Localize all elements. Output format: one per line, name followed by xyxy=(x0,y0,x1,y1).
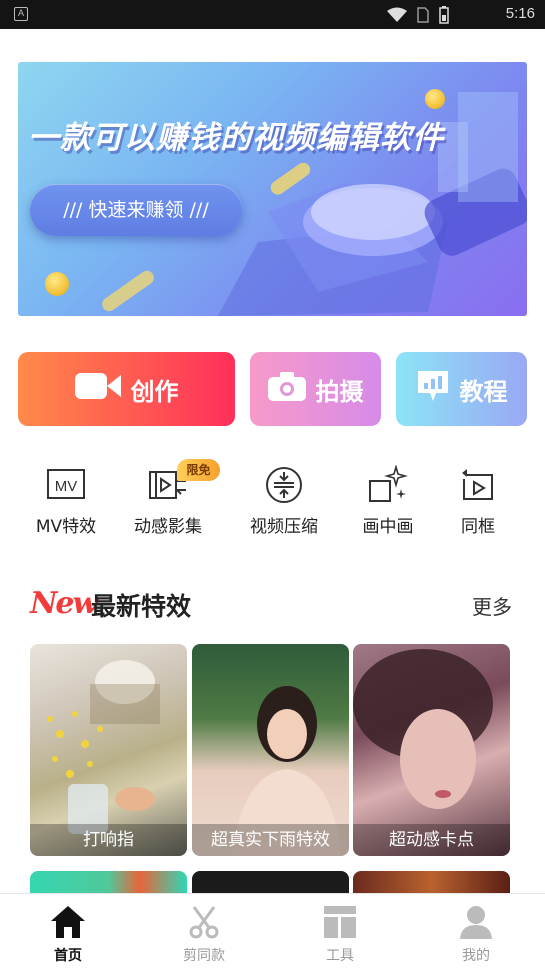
wifi-icon xyxy=(387,7,407,27)
create-button[interactable]: 创作 xyxy=(18,352,235,426)
profile-icon xyxy=(426,902,526,942)
tool-label: 画中画 xyxy=(362,517,414,537)
tool-mv-effects[interactable]: MV MV特效 xyxy=(16,462,116,537)
effect-card[interactable]: 超真实下雨特效 xyxy=(192,644,349,856)
battery-icon xyxy=(439,6,449,28)
section-title: 最新特效 xyxy=(91,592,192,621)
tool-video-compress[interactable]: 视频压缩 xyxy=(234,462,334,537)
tool-label: MV特效 xyxy=(35,517,97,537)
tool-same-frame[interactable]: 同框 xyxy=(428,462,528,537)
card-label: 打响指 xyxy=(30,824,187,856)
banner-cta-button[interactable]: /// 快速来赚领 /// xyxy=(30,184,242,236)
coin-icon xyxy=(425,89,445,109)
shoot-label: 拍摄 xyxy=(315,377,364,406)
tool-label: 同框 xyxy=(461,517,495,537)
tool-picture-in-picture[interactable]: 画中画 xyxy=(338,462,438,537)
card-label: 超动感卡点 xyxy=(353,824,510,856)
nav-profile[interactable]: 我的 xyxy=(426,902,526,965)
limited-free-badge: 限免 xyxy=(177,459,220,481)
sim-icon xyxy=(417,7,429,27)
promo-banner[interactable]: 一款可以赚钱的视频编辑软件 /// 快速来赚领 /// xyxy=(18,62,527,316)
nav-label: 剪同款 xyxy=(183,948,225,964)
coin-icon xyxy=(45,272,69,296)
tool-label: 视频压缩 xyxy=(250,517,318,537)
create-label: 创作 xyxy=(130,377,179,406)
home-icon xyxy=(18,902,118,942)
tutorial-label: 教程 xyxy=(459,377,508,406)
card-label: 超真实下雨特效 xyxy=(192,824,349,856)
same-frame-icon xyxy=(428,462,528,508)
nav-home[interactable]: 首页 xyxy=(18,902,118,965)
tutorial-icon xyxy=(416,369,450,409)
new-logo: New xyxy=(30,586,98,621)
compress-icon xyxy=(234,462,334,508)
camera-icon xyxy=(267,371,306,407)
tools-icon xyxy=(290,902,390,942)
status-bar: A 5:16 xyxy=(0,0,545,29)
nav-label: 我的 xyxy=(462,948,490,964)
nav-label: 首页 xyxy=(54,948,82,964)
shoot-button[interactable]: 拍摄 xyxy=(250,352,381,426)
tutorial-button[interactable]: 教程 xyxy=(396,352,527,426)
mv-icon: MV xyxy=(16,462,116,508)
status-time: 5:16 xyxy=(505,5,535,22)
video-camera-icon xyxy=(74,371,121,407)
nav-label: 工具 xyxy=(326,948,354,964)
nav-tools[interactable]: 工具 xyxy=(290,902,390,965)
nav-cut-same[interactable]: 剪同款 xyxy=(154,902,254,965)
picture-in-picture-icon xyxy=(338,462,438,508)
effect-card[interactable]: 超动感卡点 xyxy=(353,644,510,856)
more-link[interactable]: 更多 xyxy=(472,591,512,620)
bottom-navigation: 首页 剪同款 工具 我的 xyxy=(0,893,545,970)
svg-text:MV: MV xyxy=(55,478,78,495)
banner-title: 一款可以赚钱的视频编辑软件 xyxy=(28,120,444,156)
notification-icon: A xyxy=(14,7,28,21)
effect-card[interactable]: 打响指 xyxy=(30,644,187,856)
scissors-icon xyxy=(154,902,254,942)
tool-label: 动感影集 xyxy=(134,517,202,537)
